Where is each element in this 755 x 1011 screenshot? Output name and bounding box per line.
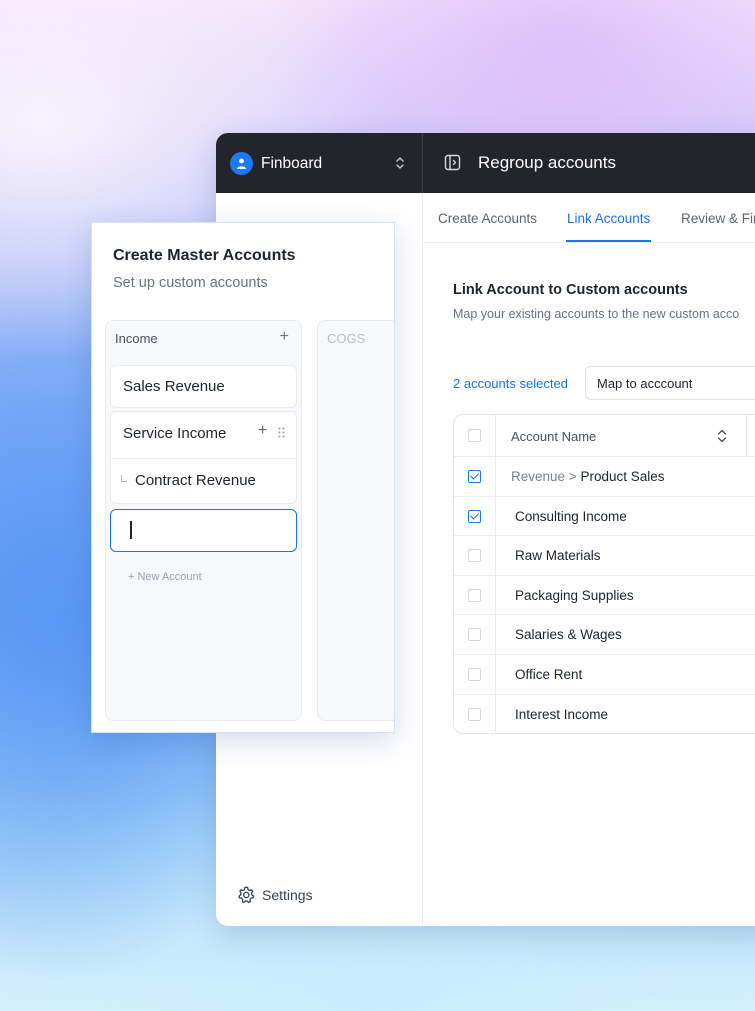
card-title: Create Master Accounts — [113, 247, 296, 264]
selected-count: 2 accounts selected — [453, 376, 568, 391]
section-subtitle: Map your existing accounts to the new cu… — [453, 307, 740, 321]
user-icon — [230, 152, 253, 175]
drag-handle-icon[interactable] — [278, 427, 285, 438]
row-checkbox[interactable] — [468, 549, 481, 563]
title-divider — [422, 133, 423, 193]
income-column-label: Income — [115, 331, 158, 346]
tab-bar: Create Accounts Link Accounts Review & F… — [423, 193, 755, 243]
select-all-checkbox[interactable] — [468, 429, 481, 442]
tab-create-accounts[interactable]: Create Accounts — [438, 211, 537, 226]
table-row[interactable]: Interest Income — [454, 695, 755, 733]
tab-link-accounts[interactable]: Link Accounts — [567, 211, 650, 226]
sort-icon[interactable] — [716, 427, 728, 445]
map-to-account-select[interactable]: Map to acccount — [585, 366, 755, 400]
table-row[interactable]: Raw Materials — [454, 536, 755, 576]
tab-review-finish[interactable]: Review & Fin — [681, 211, 755, 226]
account-service-income[interactable]: Service Income + Contract Revenue — [110, 411, 297, 504]
table-row[interactable]: Packaging Supplies — [454, 576, 755, 616]
settings-label: Settings — [262, 887, 313, 903]
account-name-cell: Office Rent — [515, 667, 582, 682]
text-caret — [130, 521, 132, 539]
cogs-column: COGS — [317, 320, 394, 721]
new-account-button[interactable]: + New Account — [128, 571, 202, 583]
new-account-input[interactable] — [110, 509, 297, 552]
account-name-cell: Revenue > Product Sales — [511, 469, 664, 484]
row-checkbox[interactable] — [468, 470, 481, 483]
income-column: Income + Sales Revenue Service Income + … — [105, 320, 302, 721]
table-header: Account Name — [454, 415, 755, 457]
account-name: Salaries & Wages — [515, 627, 622, 643]
row-checkbox[interactable] — [468, 628, 481, 642]
create-master-accounts-card: Create Master Accounts Set up custom acc… — [91, 222, 395, 733]
table-row[interactable]: Office Rent — [454, 655, 755, 695]
sidebar-divider — [422, 193, 423, 926]
row-checkbox[interactable] — [468, 707, 481, 721]
account-name-cell: Consulting Income — [515, 509, 627, 524]
accounts-table: Account Name Revenue > Product Sales Cons… — [453, 414, 755, 734]
account-name: Consulting Income — [515, 508, 627, 524]
tree-connector-icon — [121, 475, 127, 482]
account-name-cell: Salaries & Wages — [515, 627, 622, 642]
card-subtitle: Set up custom accounts — [113, 275, 268, 291]
brand-name: Finboard — [261, 154, 323, 172]
chevron-up-down-icon[interactable] — [394, 155, 406, 171]
account-name: Interest Income — [515, 706, 609, 722]
table-header-divider — [746, 415, 747, 457]
account-name: Service Income — [123, 425, 227, 442]
title-bar: Finboard Regroup accounts — [216, 133, 755, 193]
account-name: Office Rent — [515, 667, 583, 682]
account-name-cell: Packaging Supplies — [515, 588, 634, 603]
section-title: Link Account to Custom accounts — [453, 282, 688, 298]
account-name-cell: Raw Materials — [515, 548, 601, 563]
row-checkbox[interactable] — [468, 509, 481, 523]
sub-account-contract-revenue[interactable]: Contract Revenue — [135, 472, 256, 489]
window-title: Regroup accounts — [478, 153, 616, 172]
workspace-switcher[interactable]: Finboard — [230, 152, 322, 175]
sidebar-panel-icon[interactable] — [444, 154, 461, 171]
table-row[interactable]: Revenue > Product Sales — [454, 457, 755, 497]
gear-icon — [238, 886, 255, 904]
account-sales-revenue[interactable]: Sales Revenue — [110, 365, 297, 408]
settings-link[interactable]: Settings — [236, 885, 313, 905]
row-checkbox[interactable] — [468, 668, 481, 681]
table-row[interactable]: Salaries & Wages — [454, 615, 755, 655]
account-name-cell: Interest Income — [515, 707, 608, 722]
cogs-column-label: COGS — [327, 331, 366, 346]
add-sub-account-button[interactable]: + — [258, 422, 267, 440]
map-select-value: Map to acccount — [597, 376, 693, 391]
account-name: Product Sales — [580, 469, 665, 484]
account-name: Packaging Supplies — [515, 587, 634, 603]
add-income-account-button[interactable]: + — [280, 328, 289, 346]
sub-account-divider — [111, 458, 296, 459]
row-checkbox[interactable] — [468, 588, 481, 602]
column-header-account-name: Account Name — [511, 429, 597, 444]
account-name: Raw Materials — [515, 548, 601, 564]
active-tab-indicator — [566, 240, 651, 242]
account-name: Sales Revenue — [123, 378, 225, 395]
table-row[interactable]: Consulting Income — [454, 497, 755, 537]
account-parent-path: Revenue > — [511, 469, 581, 484]
